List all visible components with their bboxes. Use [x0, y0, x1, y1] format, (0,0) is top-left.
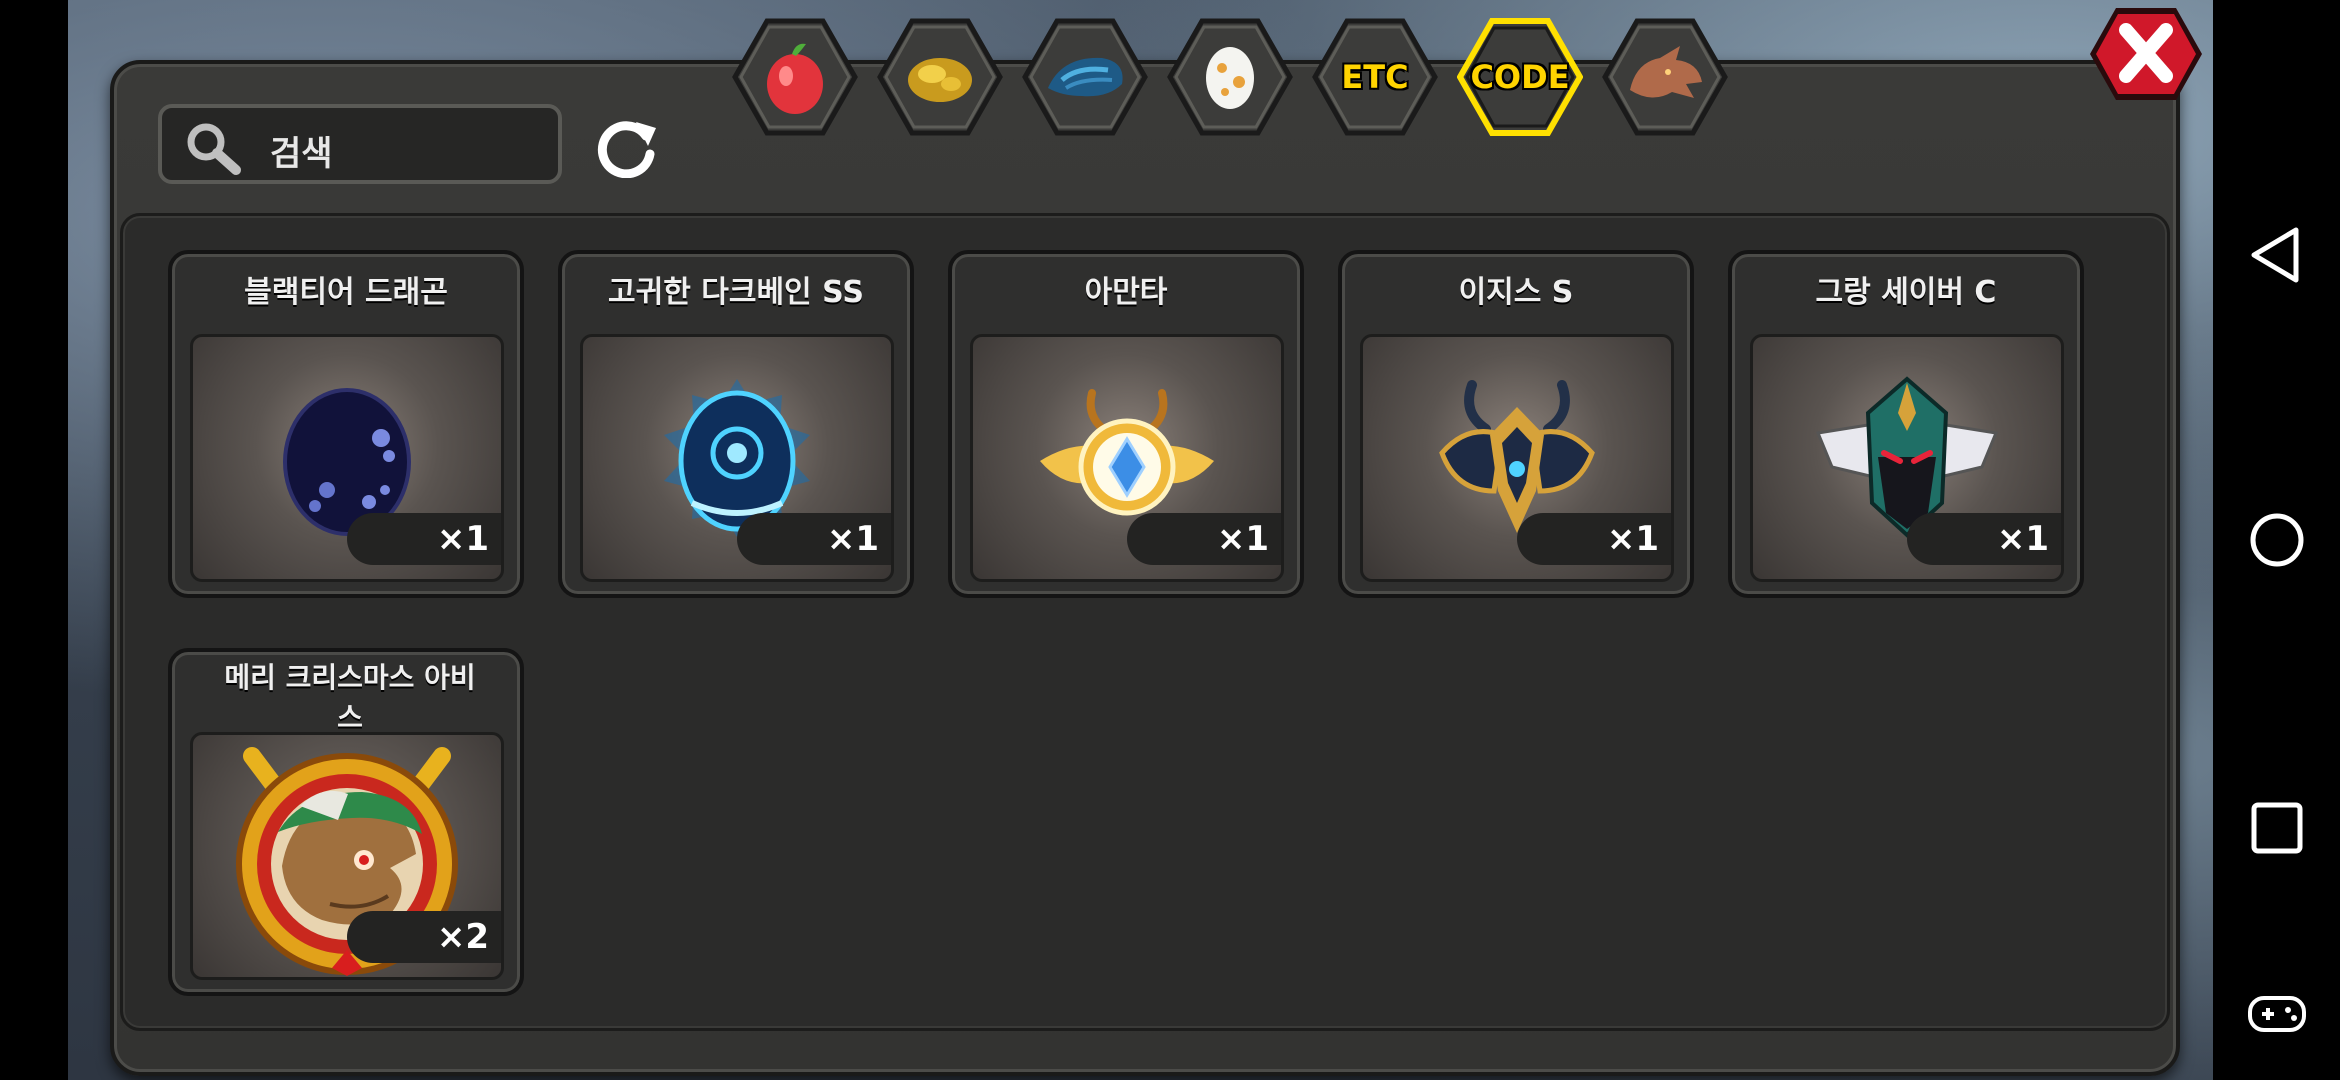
item-name: 그랑 세이버 C: [1815, 275, 1997, 310]
close-icon[interactable]: [2088, 4, 2204, 104]
item-card[interactable]: 이지스 S ×1: [1338, 250, 1694, 598]
item-quantity: ×2: [347, 911, 501, 963]
tab-dragon[interactable]: [1602, 18, 1728, 136]
search-placeholder: 검색: [270, 134, 333, 174]
gold-nugget-icon: [908, 58, 972, 102]
tab-gold[interactable]: [877, 18, 1003, 136]
item-quantity: ×1: [1127, 513, 1281, 565]
item-image: ×1: [970, 334, 1284, 582]
item-name: 블랙티어 드래곤: [244, 275, 448, 310]
item-name: 이지스 S: [1458, 275, 1574, 310]
tab-code-label: CODE: [1470, 58, 1570, 96]
tab-fruit[interactable]: [732, 18, 858, 136]
item-quantity: ×1: [1907, 513, 2061, 565]
search-input[interactable]: 검색: [158, 104, 562, 184]
item-card[interactable]: 아만타 ×1: [948, 250, 1304, 598]
tab-etc[interactable]: ETC: [1312, 18, 1438, 136]
item-quantity: ×1: [1517, 513, 1671, 565]
item-card[interactable]: 블랙티어 드래곤 ×1: [168, 250, 524, 598]
recents-nav-icon[interactable]: [2232, 783, 2322, 873]
egg-icon: [1206, 47, 1254, 109]
item-image: ×2: [190, 732, 504, 980]
tab-etc-label: ETC: [1341, 58, 1409, 96]
gamepad-nav-icon[interactable]: [2232, 968, 2322, 1058]
item-image: ×1: [1750, 334, 2064, 582]
item-image: ×1: [580, 334, 894, 582]
item-quantity: ×1: [737, 513, 891, 565]
tab-egg[interactable]: [1167, 18, 1293, 136]
refresh-icon[interactable]: [592, 114, 664, 178]
item-card[interactable]: 그랑 세이버 C ×1: [1728, 250, 2084, 598]
item-name: 아만타: [1084, 275, 1168, 310]
search-icon: [187, 123, 241, 175]
item-name: 메리 크리스마스 아비스: [224, 661, 476, 734]
tab-scale[interactable]: [1022, 18, 1148, 136]
item-card[interactable]: 메리 크리스마스 아비스 ×2: [168, 648, 524, 996]
item-quantity: ×1: [347, 513, 501, 565]
golden-crest-icon: [1040, 389, 1214, 516]
item-image: ×1: [190, 334, 504, 582]
home-nav-icon[interactable]: [2232, 495, 2322, 585]
item-image: ×1: [1360, 334, 1674, 582]
tab-code[interactable]: CODE: [1456, 18, 1584, 136]
item-card[interactable]: 고귀한 다크베인 SS ×1: [558, 250, 914, 598]
item-name: 고귀한 다크베인 SS: [608, 275, 864, 310]
back-nav-icon[interactable]: [2232, 210, 2322, 300]
